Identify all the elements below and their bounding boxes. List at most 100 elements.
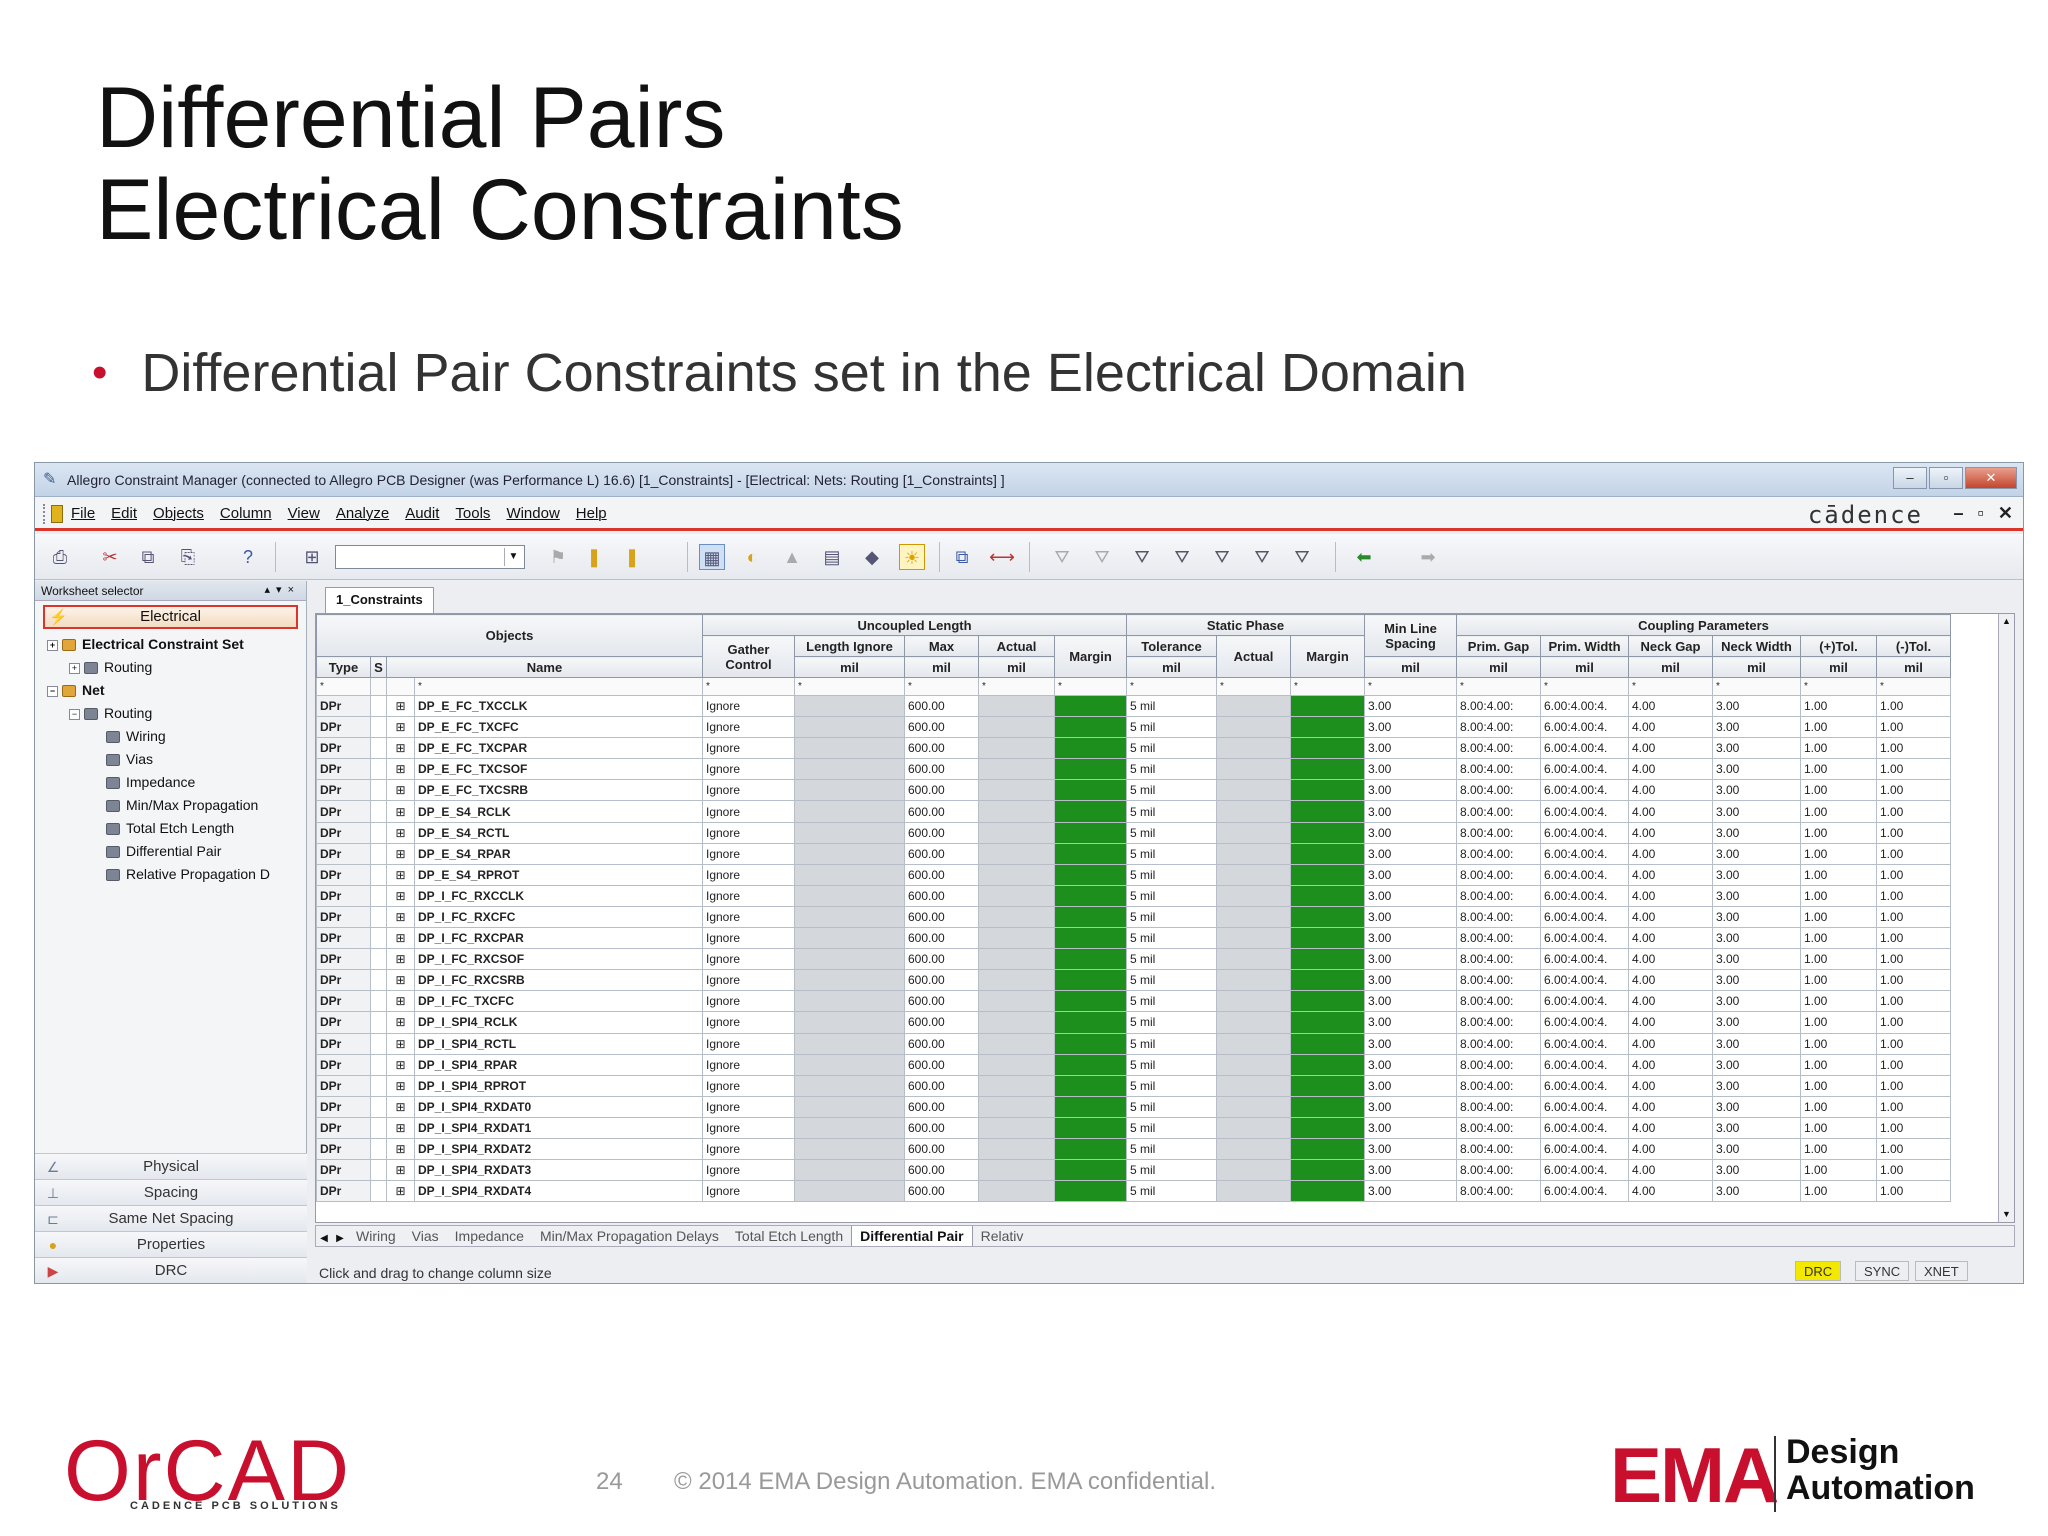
prim-width-cell[interactable]: 6.00:4.00:4. [1540, 716, 1629, 739]
measure-icon[interactable]: ◆ [859, 544, 885, 570]
minus-tol-cell[interactable]: 1.00 [1876, 1095, 1951, 1118]
tolerance-cell[interactable]: 5 mil [1126, 1116, 1217, 1139]
max-cell[interactable]: 600.00 [904, 1095, 979, 1118]
expand-row-icon[interactable]: ⊞ [386, 1074, 415, 1097]
actual-header[interactable]: Actual [978, 635, 1055, 657]
max-cell[interactable]: 600.00 [904, 694, 979, 718]
menu-tools[interactable]: Tools [455, 505, 490, 522]
collapse-icon[interactable]: − [47, 685, 58, 697]
expand-row-icon[interactable]: ⊞ [386, 737, 415, 760]
tab-differential-pair[interactable]: Differential Pair [851, 1226, 973, 1246]
filter-cell[interactable]: * [1800, 677, 1877, 696]
min-line-spacing-cell[interactable]: 3.00 [1364, 1180, 1457, 1203]
gather-cell[interactable]: Ignore [702, 1032, 795, 1055]
minus-tol-cell[interactable]: 1.00 [1876, 1116, 1951, 1139]
expand-row-icon[interactable]: ⊞ [386, 948, 415, 971]
table-row[interactable]: DPr ⊞ DP_I_FC_RXCSOF Ignore 600.00 5 mil 3.00 8… [316, 948, 1951, 971]
minus-tol-cell[interactable]: 1.00 [1876, 779, 1951, 802]
min-line-spacing-cell[interactable]: 3.00 [1364, 737, 1457, 760]
filter-cell[interactable]: * [1628, 677, 1713, 696]
tolerance-cell[interactable]: 5 mil [1126, 1180, 1217, 1203]
filter-cell[interactable]: * [794, 677, 905, 696]
neck-gap-cell[interactable]: 4.00 [1628, 948, 1713, 971]
tree-item-total-etch-length[interactable]: Total Etch Length [35, 817, 306, 840]
filter-cell[interactable]: * [1290, 677, 1365, 696]
analyze-icon[interactable]: ▤ [819, 544, 845, 570]
net-name-cell[interactable]: DP_I_SPI4_RXDAT1 [414, 1116, 703, 1139]
expand-row-icon[interactable]: ⊞ [386, 842, 415, 865]
neck-gap-cell[interactable]: 4.00 [1628, 758, 1713, 781]
plus-tol-cell[interactable]: 1.00 [1800, 1159, 1877, 1182]
table-row[interactable]: DPr ⊞ DP_I_SPI4_RCLK Ignore 600.00 5 mil 3.00 8… [316, 1011, 1951, 1034]
max-header[interactable]: Max [904, 635, 979, 657]
funnel-6-icon[interactable]: ⛛ [1249, 544, 1275, 570]
net-name-cell[interactable]: DP_I_FC_RXCFC [414, 905, 703, 929]
menu-audit[interactable]: Audit [405, 505, 439, 522]
gather-control-header[interactable]: Gather Control [702, 635, 795, 678]
min-line-spacing-cell[interactable]: 3.00 [1364, 948, 1457, 971]
funnel-4-icon[interactable]: ⛛ [1169, 544, 1195, 570]
neck-gap-cell[interactable]: 4.00 [1628, 1011, 1713, 1034]
table-row[interactable]: DPr ⊞ DP_E_S4_RCLK Ignore 600.00 5 mil 3.00 8.0… [316, 800, 1951, 823]
plus-tol-cell[interactable]: 1.00 [1800, 1137, 1877, 1161]
xnet-indicator[interactable]: XNET [1915, 1261, 1968, 1281]
type-cell[interactable]: DPr [316, 884, 371, 907]
plus-tol-cell[interactable]: 1.00 [1800, 905, 1877, 929]
cut-icon[interactable]: ✂ [97, 544, 123, 570]
tree-item-wiring[interactable]: Wiring [35, 725, 306, 748]
name-header[interactable]: Name [386, 656, 703, 678]
tolerance-cell[interactable]: 5 mil [1126, 694, 1217, 718]
expand-row-icon[interactable]: ⊞ [386, 927, 415, 950]
expand-row-icon[interactable]: ⊞ [386, 969, 415, 992]
prim-width-cell[interactable]: 6.00:4.00:4. [1540, 1137, 1629, 1161]
menu-edit[interactable]: Edit [111, 505, 137, 522]
type-cell[interactable]: DPr [316, 1074, 371, 1097]
prim-gap-cell[interactable]: 8.00:4.00: [1456, 990, 1541, 1013]
plus-tol-cell[interactable]: 1.00 [1800, 1053, 1877, 1076]
doc-minimize-button[interactable]: – [1954, 503, 1964, 524]
back-icon[interactable]: ⬅ [1351, 544, 1377, 570]
gather-cell[interactable]: Ignore [702, 1159, 795, 1182]
gather-cell[interactable]: Ignore [702, 969, 795, 992]
minus-tol-cell[interactable]: 1.00 [1876, 800, 1951, 823]
gather-cell[interactable]: Ignore [702, 842, 795, 865]
tolerance-cell[interactable]: 5 mil [1126, 779, 1217, 802]
panel-controls[interactable]: ▴▾× [265, 583, 300, 596]
minimize-button[interactable]: – [1893, 467, 1927, 489]
tolerance-cell[interactable]: 5 mil [1126, 884, 1217, 907]
prim-width-cell[interactable]: 6.00:4.00:4. [1540, 821, 1629, 844]
min-line-spacing-cell[interactable]: 3.00 [1364, 716, 1457, 739]
table-row[interactable]: DPr ⊞ DP_E_S4_RPAR Ignore 600.00 5 mil 3.00 8.0… [316, 842, 1951, 865]
gather-cell[interactable]: Ignore [702, 716, 795, 739]
bookmark-next-icon[interactable]: ❚ [619, 544, 645, 570]
gather-cell[interactable]: Ignore [702, 990, 795, 1013]
doc-restore-button[interactable]: ▫ [1978, 503, 1984, 524]
plus-tol-cell[interactable]: 1.00 [1800, 948, 1877, 971]
max-cell[interactable]: 600.00 [904, 842, 979, 865]
funnel-3-icon[interactable]: ⛛ [1129, 544, 1155, 570]
max-cell[interactable]: 600.00 [904, 1116, 979, 1139]
min-line-spacing-cell[interactable]: 3.00 [1364, 863, 1457, 886]
neck-width-cell[interactable]: 3.00 [1712, 716, 1801, 739]
expand-icon[interactable]: + [47, 639, 58, 651]
minus-tol-cell[interactable]: 1.00 [1876, 1074, 1951, 1097]
net-name-cell[interactable]: DP_I_SPI4_RXDAT2 [414, 1137, 703, 1161]
gather-cell[interactable]: Ignore [702, 948, 795, 971]
minus-tol-cell[interactable]: 1.00 [1876, 821, 1951, 844]
neck-gap-cell[interactable]: 4.00 [1628, 927, 1713, 950]
min-line-spacing-cell[interactable]: 3.00 [1364, 1159, 1457, 1182]
table-row[interactable]: DPr ⊞ DP_I_FC_RXCCLK Ignore 600.00 5 mil 3.00 8… [316, 884, 1951, 907]
neck-gap-cell[interactable]: 4.00 [1628, 779, 1713, 802]
worksheet-icon[interactable]: ▦ [699, 544, 725, 570]
table-row[interactable]: DPr ⊞ DP_I_FC_TXCFC Ignore 600.00 5 mil 3.00 8.… [316, 990, 1951, 1013]
neck-gap-cell[interactable]: 4.00 [1628, 842, 1713, 865]
print-icon[interactable]: ⎙ [47, 544, 73, 570]
tolerance-cell[interactable]: 5 mil [1126, 737, 1217, 760]
tolerance-header[interactable]: Tolerance [1126, 635, 1217, 657]
plus-tol-cell[interactable]: 1.00 [1800, 990, 1877, 1013]
tolerance-cell[interactable]: 5 mil [1126, 1137, 1217, 1161]
table-row[interactable]: DPr ⊞ DP_E_FC_TXCSRB Ignore 600.00 5 mil 3.00 8… [316, 779, 1951, 802]
plus-tol-cell[interactable]: 1.00 [1800, 927, 1877, 950]
prim-gap-cell[interactable]: 8.00:4.00: [1456, 1011, 1541, 1034]
tree-item-net[interactable]: − Net [35, 679, 306, 702]
